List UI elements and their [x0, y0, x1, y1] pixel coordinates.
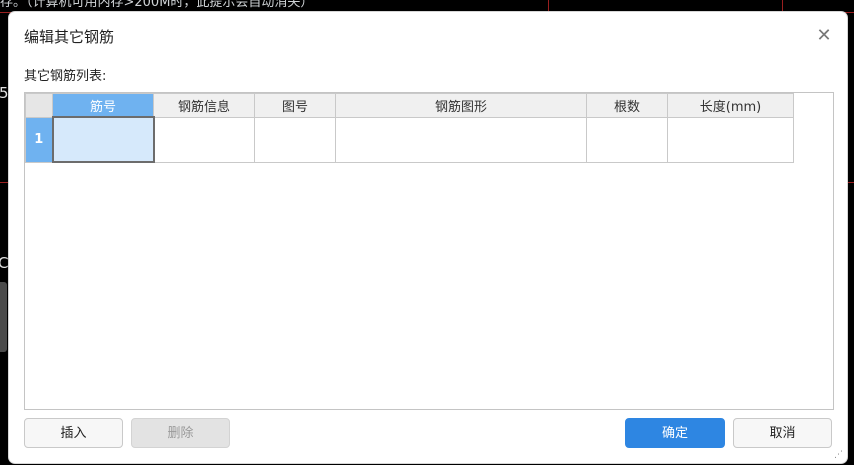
- cell-count[interactable]: [586, 116, 668, 163]
- resize-grip-icon[interactable]: ⋰: [834, 450, 844, 460]
- cell-drawing-number[interactable]: [254, 116, 336, 163]
- close-icon[interactable]: ✕: [813, 25, 835, 47]
- column-header-drawing-number[interactable]: 图号: [254, 93, 336, 118]
- insert-button[interactable]: 插入: [24, 418, 123, 448]
- dialog-title: 编辑其它钢筋: [24, 28, 115, 46]
- delete-button[interactable]: 删除: [131, 418, 230, 448]
- background-red-line: [847, 182, 854, 183]
- rebar-table: 筋号 钢筋信息 图号 钢筋图形 根数 长度(mm) 1: [25, 93, 794, 163]
- column-header-rebar-shape[interactable]: 钢筋图形: [335, 93, 587, 118]
- rebar-grid[interactable]: 筋号 钢筋信息 图号 钢筋图形 根数 长度(mm) 1: [24, 92, 834, 410]
- cell-bar-number[interactable]: [51, 116, 155, 163]
- row-header[interactable]: 1: [25, 116, 53, 163]
- table-row: 1: [25, 116, 794, 163]
- background-red-line: [548, 0, 549, 12]
- background-red-line: [782, 0, 783, 12]
- column-header-count[interactable]: 根数: [586, 93, 668, 118]
- cancel-button[interactable]: 取消: [733, 418, 832, 448]
- grid-corner-cell[interactable]: [25, 93, 53, 118]
- background-red-line: [0, 182, 9, 183]
- background-scroll-handle: [0, 282, 7, 352]
- ok-button[interactable]: 确定: [625, 418, 725, 448]
- column-header-bar-number[interactable]: 筋号: [52, 93, 154, 118]
- cell-rebar-shape[interactable]: [335, 116, 587, 163]
- background-glyph: 5: [0, 84, 9, 102]
- column-header-length[interactable]: 长度(mm): [667, 93, 794, 118]
- cell-rebar-info[interactable]: [153, 116, 255, 163]
- background-glyph: C: [0, 254, 9, 272]
- rebar-list-label: 其它钢筋列表:: [24, 69, 107, 84]
- column-header-rebar-info[interactable]: 钢筋信息: [153, 93, 255, 118]
- background-status-text: 存。（计算机可用内存>200M时，此提示会自动消失）: [0, 0, 314, 10]
- cell-length[interactable]: [667, 116, 794, 163]
- edit-other-rebar-dialog: 编辑其它钢筋 ✕ 其它钢筋列表: 筋号 钢筋信息 图号 钢筋图形 根数 长度(m…: [9, 12, 847, 463]
